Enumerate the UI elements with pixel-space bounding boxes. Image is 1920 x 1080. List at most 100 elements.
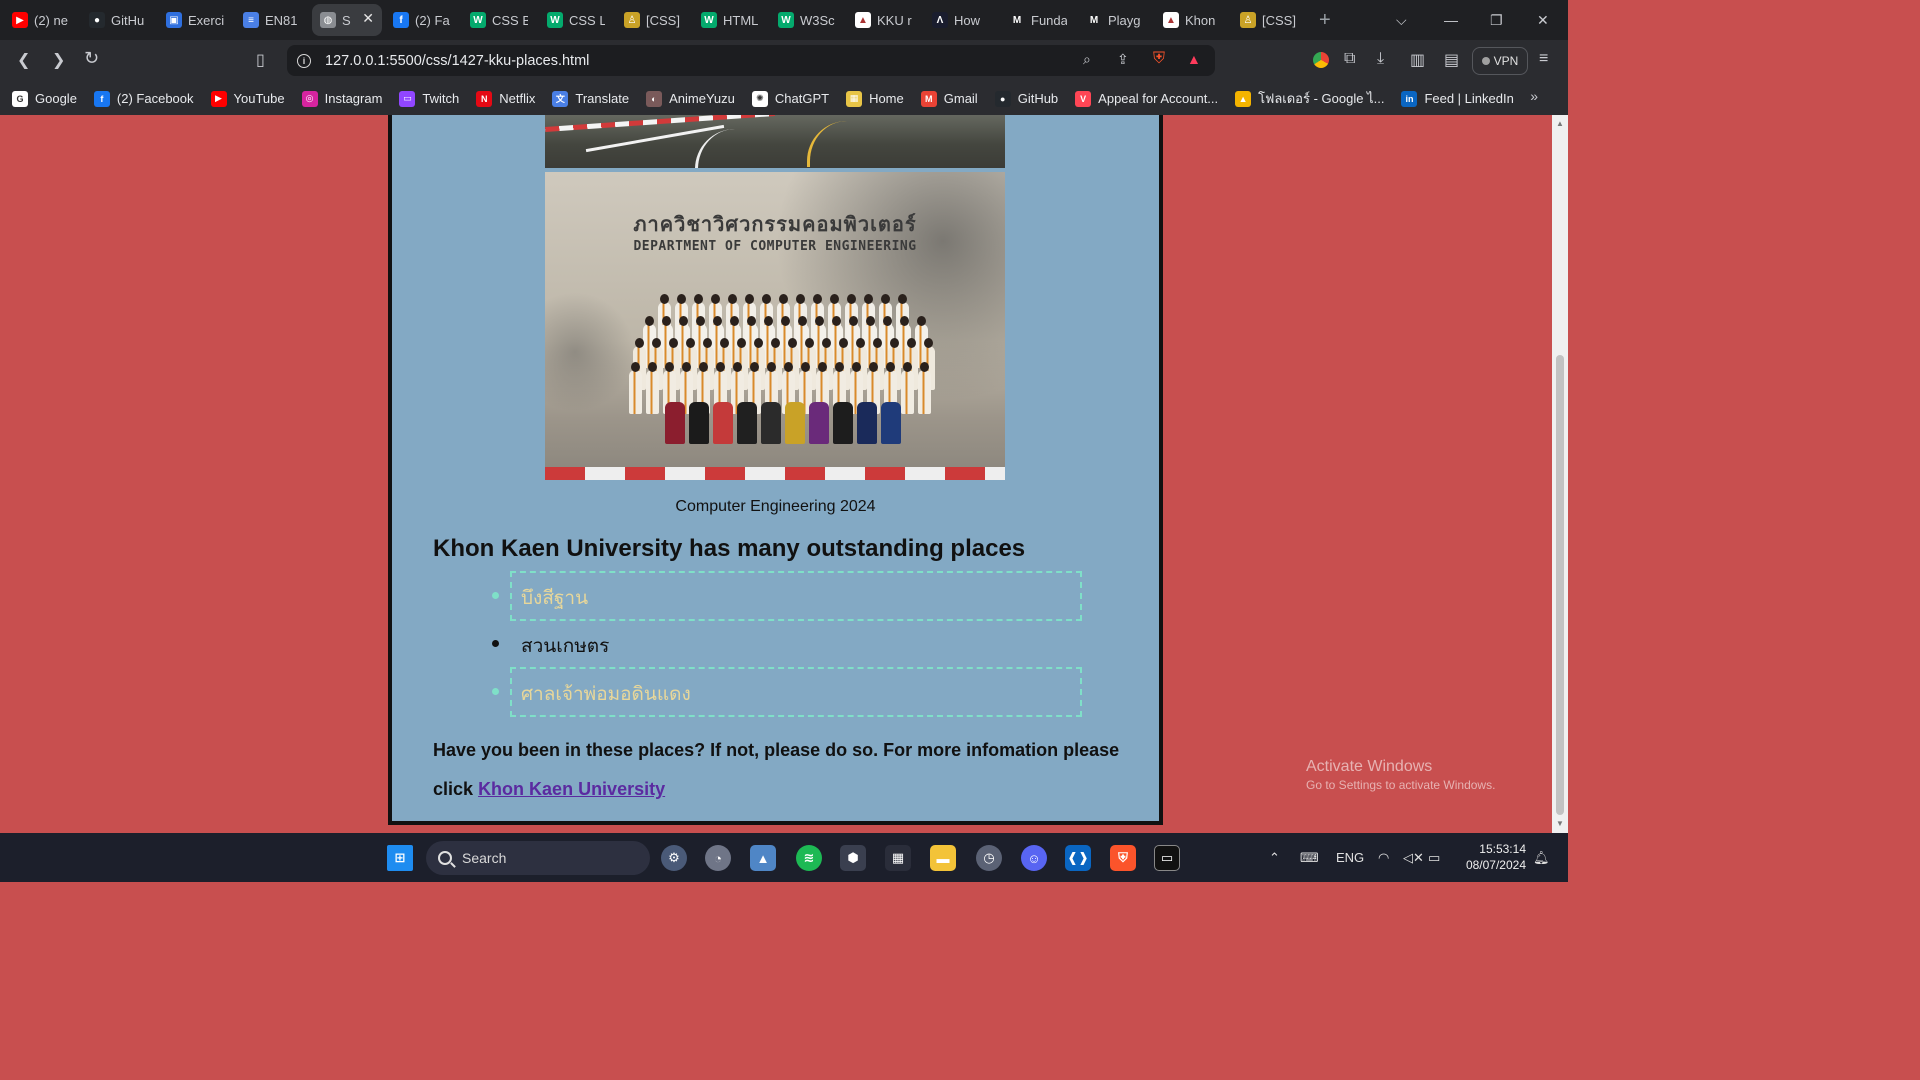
windows-taskbar [0,833,1568,882]
bookmark-item[interactable]: ◎ Instagram [301,90,382,107]
wifi-icon[interactable]: ◠ [1378,850,1389,866]
bookmark-icon[interactable]: ▯ [256,50,265,70]
back-icon[interactable]: ❮ [17,50,30,70]
scroll-down-icon[interactable]: ▼ [1556,819,1564,828]
graduate-head [903,362,912,372]
keyboard-icon[interactable]: ⌨ [1300,850,1319,866]
app-hexagon-icon[interactable]: ⬢ [840,845,866,871]
bookmark-item[interactable]: ▶ YouTube [210,90,285,107]
bookmark-item[interactable]: f (2) Facebook [93,90,194,107]
sidebar-icon[interactable]: ▥ [1410,50,1425,70]
bookmark-item[interactable]: N Netflix [476,90,535,107]
forward-icon[interactable]: ❯ [52,50,65,70]
bookmark-item[interactable]: ● GitHub [994,90,1058,107]
vscode-icon[interactable]: ❰❱ [1065,845,1091,871]
volume-muted-icon[interactable]: ◁✕ [1403,850,1424,866]
page-scrollbar[interactable]: ▲ ▼ [1552,115,1568,833]
browser-tab[interactable]: ▲ Khon [1155,4,1229,36]
animeyuzu-icon: ◐ [646,90,663,107]
reload-icon[interactable]: ↻ [84,48,99,69]
restore-button[interactable]: ❐ [1490,0,1503,40]
browser-tab[interactable]: ▲ KKU r [847,4,921,36]
disk-app-icon[interactable]: ◔ [705,845,731,871]
faculty-figure [665,402,685,444]
graduate-head [881,294,890,304]
url-text[interactable]: 127.0.0.1:5500/css/1427-kku-places.html [325,53,589,69]
bookmark-label: ChatGPT [774,91,830,106]
browser-tab[interactable]: ● GitHu [81,4,155,36]
bookmark-item[interactable]: ◐ AnimeYuzu [646,90,735,107]
browser-tab[interactable]: W CSS B [462,4,536,36]
start-icon[interactable]: ⊞ [387,845,413,871]
activate-windows-title: Activate Windows [1306,758,1433,775]
faculty-figure [857,402,877,444]
tab-label: HTML [723,12,759,28]
browser-tab[interactable]: W W3Sc [770,4,844,36]
bookmark-item[interactable]: ✺ ChatGPT [751,90,830,107]
terminal-icon[interactable]: ▭ [1154,845,1180,871]
browser-tab[interactable]: M Playg [1078,4,1152,36]
browser-tab[interactable]: ♙ [CSS] [616,4,690,36]
browser-tab[interactable]: ▶ (2) ne [4,4,78,36]
wallet-icon[interactable]: ▤ [1444,50,1459,70]
bookmark-item[interactable]: ▲ โฟลเดอร์ - Google ไ... [1235,88,1384,109]
zoom-search-icon[interactable]: ⌕ [1083,51,1091,68]
browser-tab[interactable]: W HTML [693,4,767,36]
menu-icon[interactable]: ≡ [1539,50,1548,68]
downloads-icon[interactable]: ⤓ [1377,50,1384,68]
scroll-up-icon[interactable]: ▲ [1556,119,1564,128]
extension-chrome-icon[interactable] [1313,52,1329,68]
page-viewport: ภาควิชาวิศวกรรมคอมพิวเตอร์ DEPARTMENT OF… [0,115,1552,833]
app-grid-icon[interactable]: ▦ [885,845,911,871]
bookmark-item[interactable]: M Gmail [920,90,978,107]
close-window-button[interactable]: ✕ [1537,0,1549,40]
home-icon: ▦ [846,90,863,107]
bookmark-item[interactable]: in Feed | LinkedIn [1401,90,1514,107]
kku-link[interactable]: Khon Kaen University [478,779,665,799]
taskbar-search[interactable]: Search [426,841,650,875]
taskbar-clock[interactable]: 15:53:14 08/07/2024 [1456,841,1526,873]
bookmark-item[interactable]: ▦ Home [846,90,904,107]
notifications-icon[interactable]: 🔔︎ [1533,850,1550,866]
tab-search-chevron-icon[interactable]: ⌵ [1396,0,1407,40]
graduate-head [730,316,739,326]
bullet-icon [492,592,499,599]
browser-tab[interactable]: ♙ [CSS] [1232,4,1306,36]
browser-tab[interactable]: ≡ EN81 [235,4,309,36]
brave-rewards-icon[interactable]: ▲ [1187,51,1201,67]
settings-gear-icon[interactable]: ⚙ [661,845,687,871]
browser-tab[interactable]: ◍ S ✕ [312,4,382,36]
spotify-icon[interactable]: ≋ [796,845,822,871]
bookmark-item[interactable]: 文 Translate [552,90,629,107]
tab-label: [CSS] [646,12,680,28]
graduate-head [900,316,909,326]
extensions-icon[interactable]: ⧉ [1344,50,1355,68]
language-indicator[interactable]: ENG [1336,850,1364,865]
photos-icon[interactable]: ▲ [750,845,776,871]
browser-tab[interactable]: ▣ Exerci [158,4,232,36]
share-icon[interactable]: ⇪ [1117,51,1129,68]
scroll-thumb[interactable] [1556,355,1564,815]
vpn-button[interactable]: VPN [1472,47,1528,75]
close-tab-icon[interactable]: ✕ [362,10,374,27]
browser-tab[interactable]: W CSS L [539,4,613,36]
brave-browser-icon[interactable]: ⛨ [1110,845,1136,871]
bookmark-item[interactable]: ▭ Twitch [399,90,459,107]
app-clock-icon[interactable]: ◷ [976,845,1002,871]
file-explorer-icon[interactable]: ▬ [930,845,956,871]
more-bookmarks-icon[interactable]: » [1530,88,1538,104]
tray-overflow-icon[interactable]: ⌃ [1269,850,1280,866]
browser-tab[interactable]: Λ How [924,4,998,36]
browser-tab[interactable]: M Funda [1001,4,1075,36]
graduate-head [832,316,841,326]
browser-tab[interactable]: f (2) Fa [385,4,459,36]
battery-icon[interactable]: ▭ [1428,850,1440,866]
bookmark-item[interactable]: G Google [12,90,77,107]
site-info-icon[interactable]: i [297,53,311,68]
minimize-button[interactable]: — [1444,0,1458,40]
discord-icon[interactable]: ☺ [1021,845,1047,871]
new-tab-button[interactable]: + [1319,9,1331,32]
address-bar[interactable]: i 127.0.0.1:5500/css/1427-kku-places.htm… [287,45,1215,76]
bookmark-item[interactable]: V Appeal for Account... [1075,90,1218,107]
brave-shields-icon[interactable]: ⛨ [1153,50,1165,68]
